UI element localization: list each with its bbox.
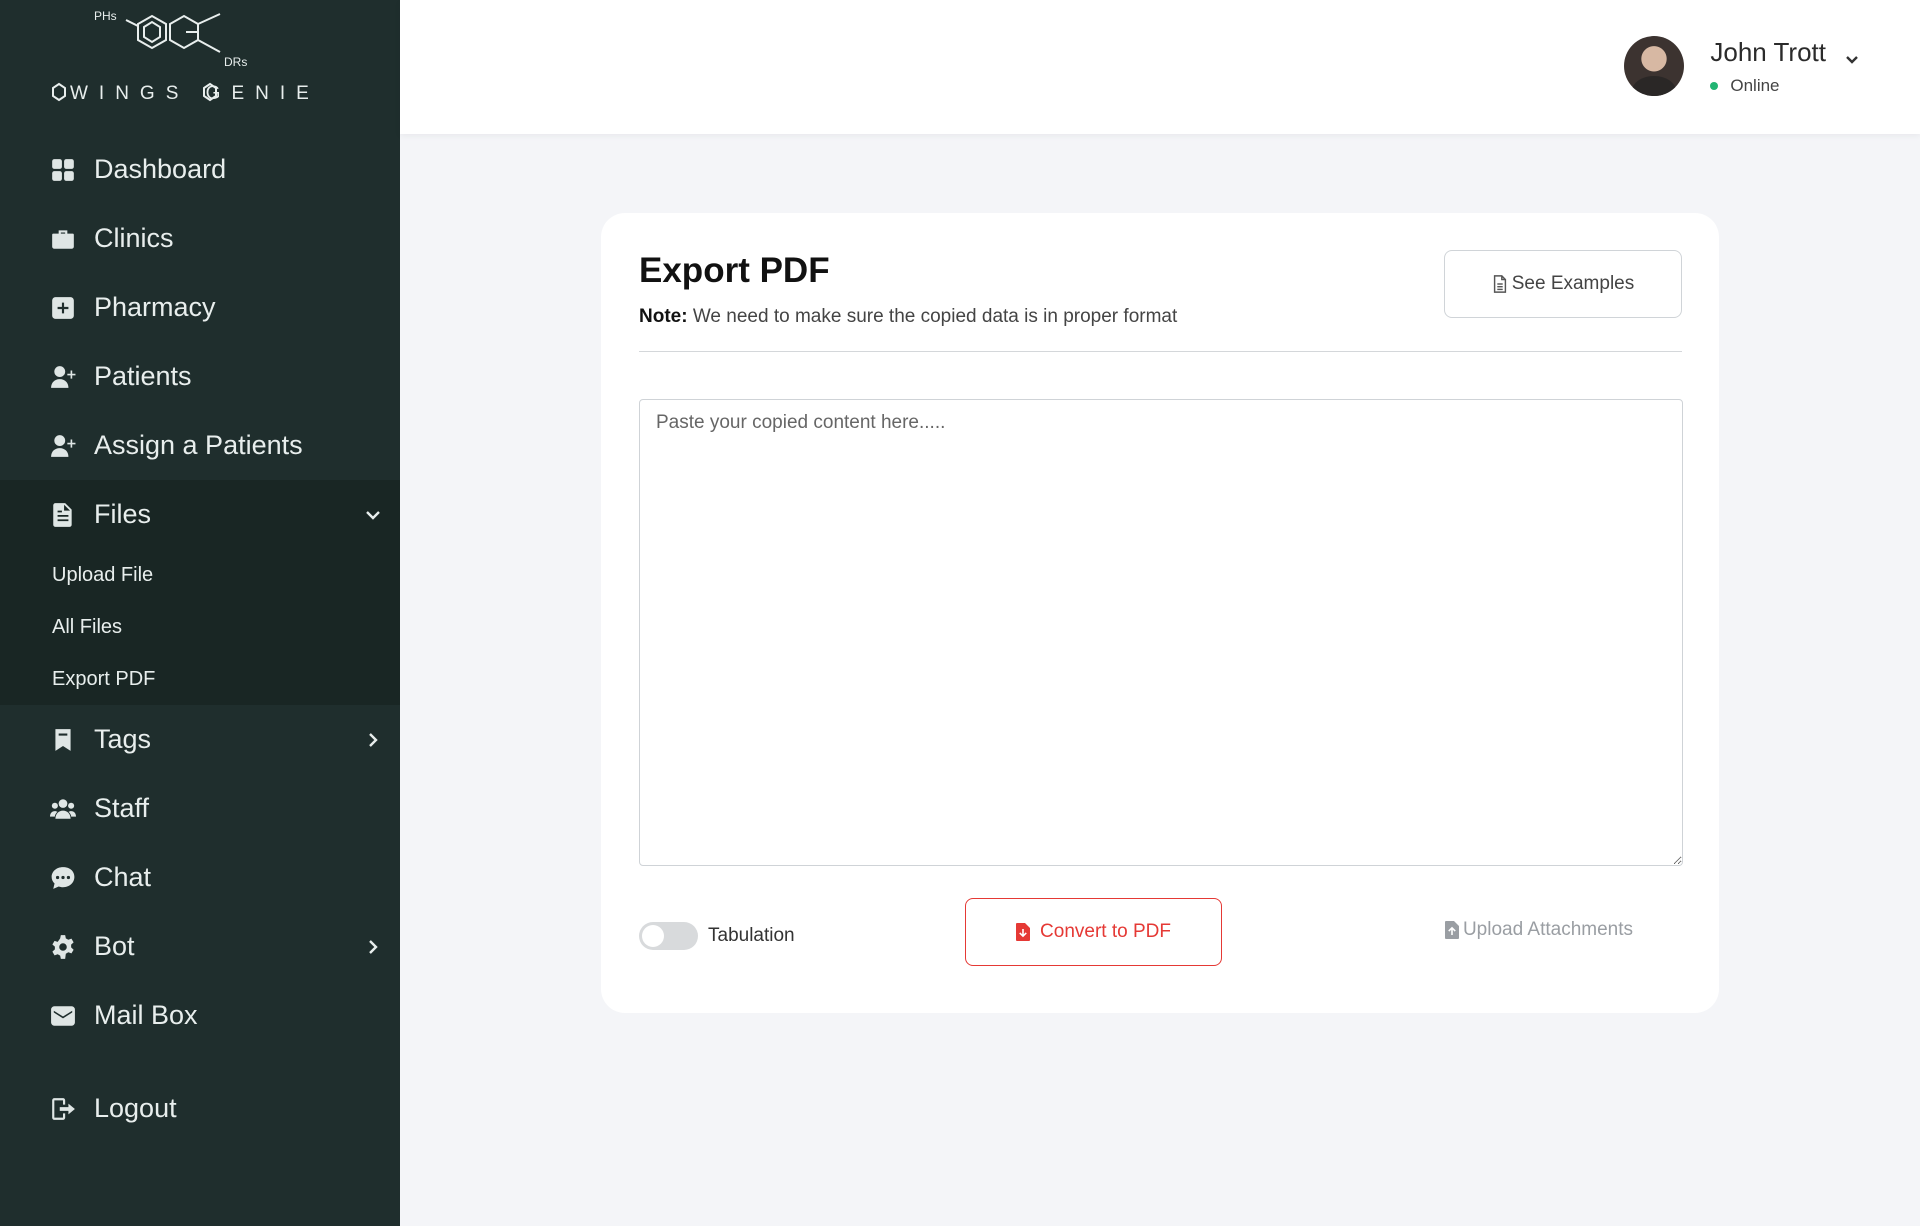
chevron-right-icon <box>364 731 382 749</box>
grid-icon <box>50 157 76 183</box>
chevron-right-icon <box>364 938 382 956</box>
sidebar-item-dashboard[interactable]: Dashboard <box>0 135 400 204</box>
sidebar-item-logout[interactable]: Logout <box>0 1074 400 1143</box>
gear-icon <box>50 934 76 960</box>
user-menu[interactable]: John Trott Online <box>1624 36 1860 96</box>
sidebar-nav: Dashboard Clinics Pharmacy Patients Assi… <box>0 135 400 1143</box>
sidebar-item-assign-patients[interactable]: Assign a Patients <box>0 411 400 480</box>
brand-logo[interactable]: PHs DRs WINGS GENIE <box>48 4 309 108</box>
sidebar-item-label: Mail Box <box>94 1000 198 1030</box>
sidebar-item-label: Files <box>94 499 152 529</box>
sidebar-item-bot[interactable]: Bot <box>0 912 400 981</box>
users-icon <box>50 796 76 822</box>
avatar[interactable] <box>1624 36 1685 96</box>
top-header: John Trott Online <box>400 0 1920 134</box>
sidebar-item-label: Logout <box>94 1093 177 1123</box>
tabulation-toggle[interactable]: Tabulation <box>639 922 795 950</box>
content-textarea[interactable] <box>639 399 1683 866</box>
see-examples-label: See Examples <box>1511 273 1635 294</box>
format-note: Note: We need to make sure the copied da… <box>639 306 1177 328</box>
logo-tag-right: DRs <box>224 55 247 69</box>
sidebar-item-mail-box[interactable]: Mail Box <box>0 981 400 1050</box>
briefcase-medical-icon <box>50 226 76 252</box>
user-name-text: John Trott <box>1710 36 1826 67</box>
convert-label: Convert to PDF <box>1040 921 1171 942</box>
user-status: Online <box>1710 76 1860 96</box>
upload-attachments-button[interactable]: Upload Attachments <box>1444 919 1633 941</box>
sidebar-subitem-upload-file[interactable]: Upload File <box>0 549 400 601</box>
sidebar-group-files: Files Upload File All Files Export PDF <box>0 480 400 705</box>
status-text: Online <box>1730 75 1780 95</box>
tabulation-label: Tabulation <box>708 925 795 946</box>
export-pdf-card: Export PDF Note: We need to make sure th… <box>601 213 1719 1013</box>
file-icon <box>50 502 76 528</box>
envelope-icon <box>50 1003 76 1029</box>
sidebar-item-clinics[interactable]: Clinics <box>0 204 400 273</box>
sidebar-item-label: Assign a Patients <box>94 430 303 460</box>
sidebar-item-label: Staff <box>94 793 150 823</box>
divider <box>639 351 1682 352</box>
sidebar-subitem-all-files[interactable]: All Files <box>0 601 400 653</box>
user-plus-icon <box>50 364 76 390</box>
sidebar-item-label: Dashboard <box>94 154 227 184</box>
page-title: Export PDF <box>639 251 830 290</box>
sidebar-item-chat[interactable]: Chat <box>0 843 400 912</box>
sidebar-item-label: Bot <box>94 931 135 961</box>
file-upload-icon <box>1444 921 1459 939</box>
tabulation-switch[interactable] <box>639 922 698 950</box>
user-plus-icon <box>50 433 76 459</box>
sign-out-icon <box>50 1096 76 1122</box>
chat-icon <box>50 865 76 891</box>
logo-wordmark: WINGS GENIE <box>70 83 308 104</box>
see-examples-button[interactable]: See Examples <box>1444 250 1682 318</box>
user-name[interactable]: John Trott <box>1710 37 1860 68</box>
chevron-down-icon <box>1844 44 1860 64</box>
upload-label: Upload Attachments <box>1462 919 1633 940</box>
plus-square-icon <box>50 295 76 321</box>
logo-tag-left: PHs <box>94 9 117 23</box>
file-lines-icon <box>1493 275 1506 293</box>
sidebar-item-label: Chat <box>94 862 152 892</box>
sidebar-item-tags[interactable]: Tags <box>0 705 400 774</box>
status-dot <box>1710 81 1719 90</box>
sidebar-item-staff[interactable]: Staff <box>0 774 400 843</box>
convert-to-pdf-button[interactable]: Convert to PDF <box>965 898 1222 966</box>
sidebar-item-label: Pharmacy <box>94 292 216 322</box>
note-label: Note: <box>639 306 688 327</box>
sidebar-item-label: Tags <box>94 724 152 754</box>
note-text: We need to make sure the copied data is … <box>687 306 1178 327</box>
sidebar-subitem-export-pdf[interactable]: Export PDF <box>0 653 400 705</box>
file-pdf-icon <box>1016 923 1031 941</box>
sidebar-item-patients[interactable]: Patients <box>0 342 400 411</box>
logo-mark-icon: PHs DRs WINGS GENIE <box>52 9 309 104</box>
sidebar-item-files[interactable]: Files <box>0 480 400 549</box>
bookmark-icon <box>50 727 76 753</box>
sidebar: PHs DRs WINGS GENIE Dashboard Clinics Ph… <box>0 0 400 1226</box>
user-info: John Trott Online <box>1710 37 1860 96</box>
sidebar-item-label: Patients <box>94 361 192 391</box>
chevron-down-icon <box>364 506 382 524</box>
sidebar-item-label: Clinics <box>94 223 174 253</box>
sidebar-item-pharmacy[interactable]: Pharmacy <box>0 273 400 342</box>
